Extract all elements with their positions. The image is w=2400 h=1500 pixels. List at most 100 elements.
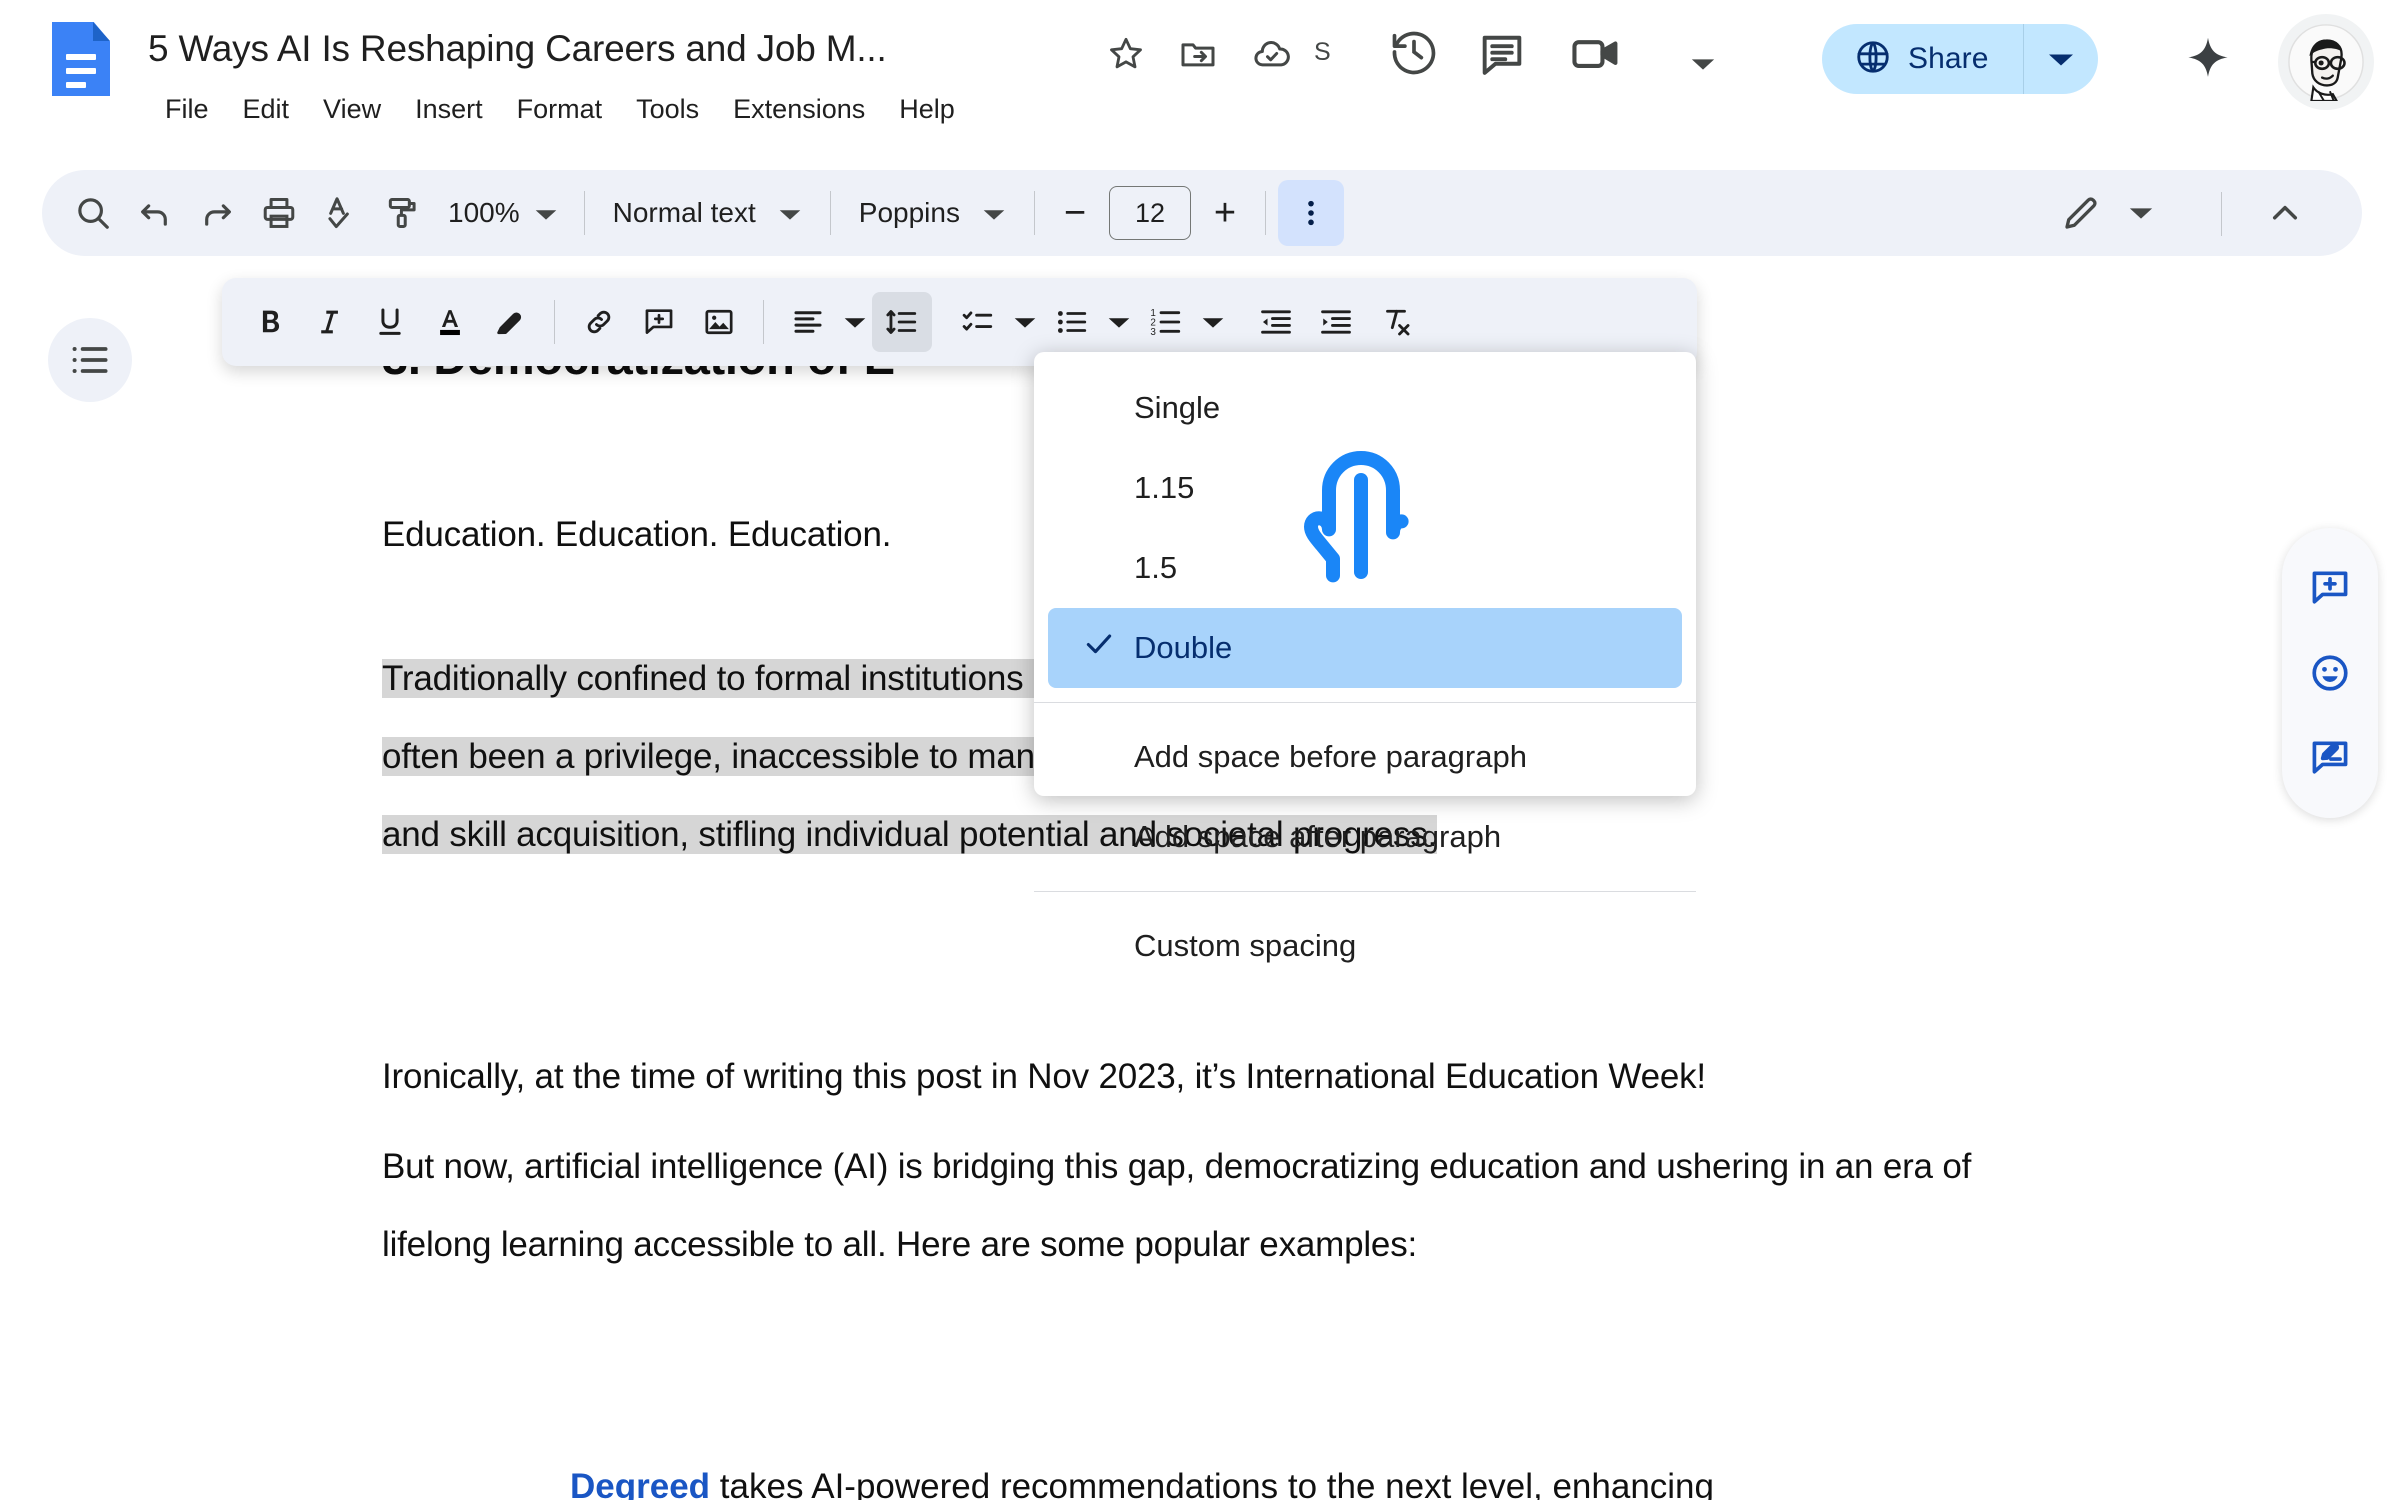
checklist-icon[interactable] [948, 292, 1008, 352]
chevron-down-icon[interactable] [1196, 292, 1230, 352]
version-history-icon[interactable] [1388, 26, 1440, 83]
zoom-level-value: 100% [448, 197, 520, 228]
chevron-down-icon [534, 197, 558, 229]
save-status-text: S [1314, 38, 1331, 66]
paragraph-but-now: But now, artificial intelligence (AI) is… [382, 1147, 1972, 1264]
insert-image-icon[interactable] [689, 292, 749, 352]
bulleted-list-icon[interactable] [1042, 292, 1102, 352]
emoji-reaction-icon[interactable] [2295, 638, 2365, 708]
page-title[interactable]: 5 Ways AI Is Reshaping Careers and Job M… [148, 28, 887, 70]
highlight-pen-icon[interactable] [480, 292, 540, 352]
chevron-down-icon [778, 197, 802, 229]
right-side-panel [2282, 528, 2378, 818]
toolbar-divider [829, 191, 831, 235]
line-spacing-option-double[interactable]: Double [1048, 608, 1682, 688]
menu-tools[interactable]: Tools [619, 88, 716, 131]
chevron-down-icon[interactable] [1102, 292, 1136, 352]
insert-link-icon[interactable] [569, 292, 629, 352]
gemini-sparkle-icon[interactable] [2180, 34, 2236, 95]
menu-divider [1034, 891, 1696, 892]
numbered-list-icon[interactable]: 1 2 3 [1136, 292, 1196, 352]
add-comment-icon[interactable] [629, 292, 689, 352]
line-spacing-icon[interactable] [872, 292, 932, 352]
cloud-saved-icon[interactable] [1252, 36, 1292, 77]
italic-icon[interactable] [300, 292, 360, 352]
editing-mode-group [2050, 182, 2162, 244]
spellcheck-icon[interactable] [310, 182, 372, 244]
menu-edit[interactable]: Edit [226, 88, 307, 131]
comment-history-icon[interactable] [1476, 28, 1528, 85]
chevron-down-icon [982, 197, 1006, 229]
star-icon[interactable] [1106, 34, 1146, 79]
more-options-button[interactable] [1277, 180, 1344, 246]
menu-view[interactable]: View [306, 88, 398, 131]
line-spacing-option-single[interactable]: Single [1034, 368, 1696, 448]
add-space-after-paragraph[interactable]: Add space after paragraph [1034, 797, 1696, 877]
toolbar-divider [1033, 191, 1035, 235]
paragraph-ironically: Ironically, at the time of writing this … [382, 1057, 1706, 1096]
chevron-down-icon[interactable] [1690, 56, 1716, 77]
paragraph-style-value: Normal text [612, 197, 756, 228]
chevron-down-icon[interactable] [1008, 292, 1042, 352]
globe-icon [1854, 38, 1892, 81]
share-label: Share [1908, 42, 1989, 75]
menu-insert[interactable]: Insert [398, 88, 500, 131]
menu-format[interactable]: Format [500, 88, 620, 131]
toolbar-divider [2221, 192, 2222, 236]
degreed-link[interactable]: Degreed [570, 1467, 710, 1500]
share-button[interactable]: Share [1822, 24, 2098, 94]
app-header: 5 Ways AI Is Reshaping Careers and Job M… [0, 0, 2400, 160]
redo-icon[interactable] [186, 182, 248, 244]
increase-font-size-button[interactable]: + [1197, 185, 1253, 241]
share-dropdown-button[interactable] [2024, 24, 2098, 94]
search-icon[interactable] [62, 182, 124, 244]
bullet-degreed-text: takes AI-powered recommendations to the … [710, 1467, 1714, 1500]
text-color-icon[interactable] [420, 292, 480, 352]
font-family-selector[interactable]: Poppins [843, 182, 1022, 244]
line-spacing-option-double-label: Double [1134, 630, 1233, 665]
collapse-toolbar-button[interactable] [2254, 182, 2316, 244]
line-spacing-option-1-15[interactable]: 1.15 [1034, 448, 1696, 528]
font-family-value: Poppins [858, 197, 960, 228]
undo-icon[interactable] [124, 182, 186, 244]
font-size-input[interactable]: 12 [1108, 186, 1191, 240]
paragraph-style-selector[interactable]: Normal text [597, 182, 818, 244]
zoom-level-selector[interactable]: 100% [434, 182, 572, 244]
print-icon[interactable] [248, 182, 310, 244]
align-left-icon[interactable] [778, 292, 838, 352]
line-spacing-option-1-5[interactable]: 1.5 [1034, 528, 1696, 608]
pencil-edit-icon[interactable] [2050, 182, 2112, 244]
add-space-before-paragraph[interactable]: Add space before paragraph [1034, 717, 1696, 797]
add-comment-icon[interactable] [2295, 553, 2365, 623]
font-size-stepper: − 12 + [1047, 185, 1253, 241]
toolbar-divider [583, 191, 585, 235]
avatar[interactable] [2278, 14, 2374, 110]
underline-icon[interactable] [360, 292, 420, 352]
docs-file-icon[interactable] [52, 22, 110, 96]
paint-format-icon[interactable] [372, 182, 434, 244]
line-spacing-menu: Single 1.15 1.5 Double Add space before … [1034, 352, 1696, 963]
check-icon [1082, 627, 1116, 669]
share-button-main[interactable]: Share [1822, 24, 2023, 94]
toolbar-divider [1264, 191, 1266, 235]
menu-extensions[interactable]: Extensions [716, 88, 882, 131]
menu-file[interactable]: File [148, 88, 226, 131]
svg-text:3: 3 [1150, 327, 1156, 338]
main-toolbar: 100% Normal text Poppins − 12 + [42, 170, 2362, 256]
video-camera-icon[interactable] [1568, 30, 1624, 81]
chevron-down-icon[interactable] [838, 292, 872, 352]
google-docs-window: 5 Ways AI Is Reshaping Careers and Job M… [0, 0, 2400, 1500]
decrease-indent-icon[interactable] [1246, 292, 1306, 352]
toolbar-divider [763, 300, 764, 344]
custom-spacing-option[interactable]: Custom spacing [1034, 906, 1696, 986]
clear-formatting-icon[interactable] [1366, 292, 1426, 352]
decrease-font-size-button[interactable]: − [1047, 185, 1103, 241]
increase-indent-icon[interactable] [1306, 292, 1366, 352]
chevron-down-icon[interactable] [2120, 182, 2162, 244]
suggest-edit-icon[interactable] [2295, 723, 2365, 793]
bold-icon[interactable] [240, 292, 300, 352]
move-to-folder-icon[interactable] [1178, 34, 1218, 79]
menu-help[interactable]: Help [882, 88, 972, 131]
document-outline-icon[interactable] [48, 318, 132, 402]
bullet-degreed: Degreed takes AI-powered recommendations… [570, 1448, 1714, 1500]
